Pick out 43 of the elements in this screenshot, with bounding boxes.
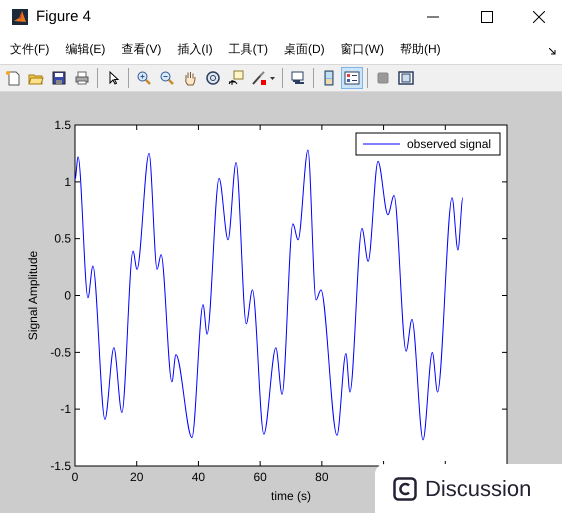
menu-item[interactable]: 帮助(H) (392, 37, 449, 61)
maximize-icon (481, 11, 493, 23)
rotate-icon (205, 70, 221, 86)
x-tick-label: 60 (253, 470, 267, 484)
y-tick-label: 0 (64, 288, 71, 302)
toolbar-button[interactable] (341, 67, 363, 89)
x-tick-label: 80 (315, 470, 329, 484)
dock-arrow-icon[interactable] (549, 48, 556, 55)
y-axis-label: Signal Amplitude (26, 250, 40, 340)
y-tick-label: 1 (64, 174, 71, 189)
menu-item[interactable]: 工具(T) (220, 37, 276, 61)
zoom-in-icon (136, 70, 152, 86)
legend-icon (344, 70, 360, 86)
menu-item[interactable]: 查看(V) (113, 37, 170, 61)
new-file-icon (5, 70, 21, 86)
menu-item[interactable]: 文件(F) (2, 37, 58, 61)
caret-icon (270, 76, 275, 80)
y-tick-label: 0.5 (54, 232, 71, 246)
menu-item[interactable]: 桌面(D) (276, 37, 333, 61)
y-tick-label: -1.5 (50, 459, 71, 473)
linked-windows-icon (290, 70, 306, 86)
y-tick-label: -1 (60, 402, 71, 416)
app-logo-icon (12, 9, 28, 25)
legend-label: observed signal (407, 137, 492, 151)
brush-icon (251, 70, 267, 86)
close-icon (533, 11, 545, 23)
y-tick-label: -0.5 (50, 345, 71, 360)
printer-icon (74, 70, 90, 86)
menu-item[interactable]: 插入(I) (169, 37, 221, 61)
x-tick-label: 40 (192, 470, 206, 484)
discussion-button[interactable]: Discussion (375, 464, 562, 513)
y-tick-label: 1.5 (54, 118, 71, 132)
zoom-out-icon (159, 70, 175, 86)
x-tick-label: 0 (72, 470, 78, 484)
x-axis-label: time (s) (271, 489, 311, 503)
square-icon (375, 70, 391, 86)
window-icon (398, 70, 414, 86)
window-title: Figure 4 (36, 6, 92, 27)
menu-item[interactable]: 窗口(W) (332, 37, 392, 61)
data-cursor-icon (228, 70, 244, 86)
discussion-icon (393, 476, 417, 500)
menu-item[interactable]: 编辑(E) (57, 37, 114, 61)
x-tick-label: 20 (130, 470, 144, 484)
